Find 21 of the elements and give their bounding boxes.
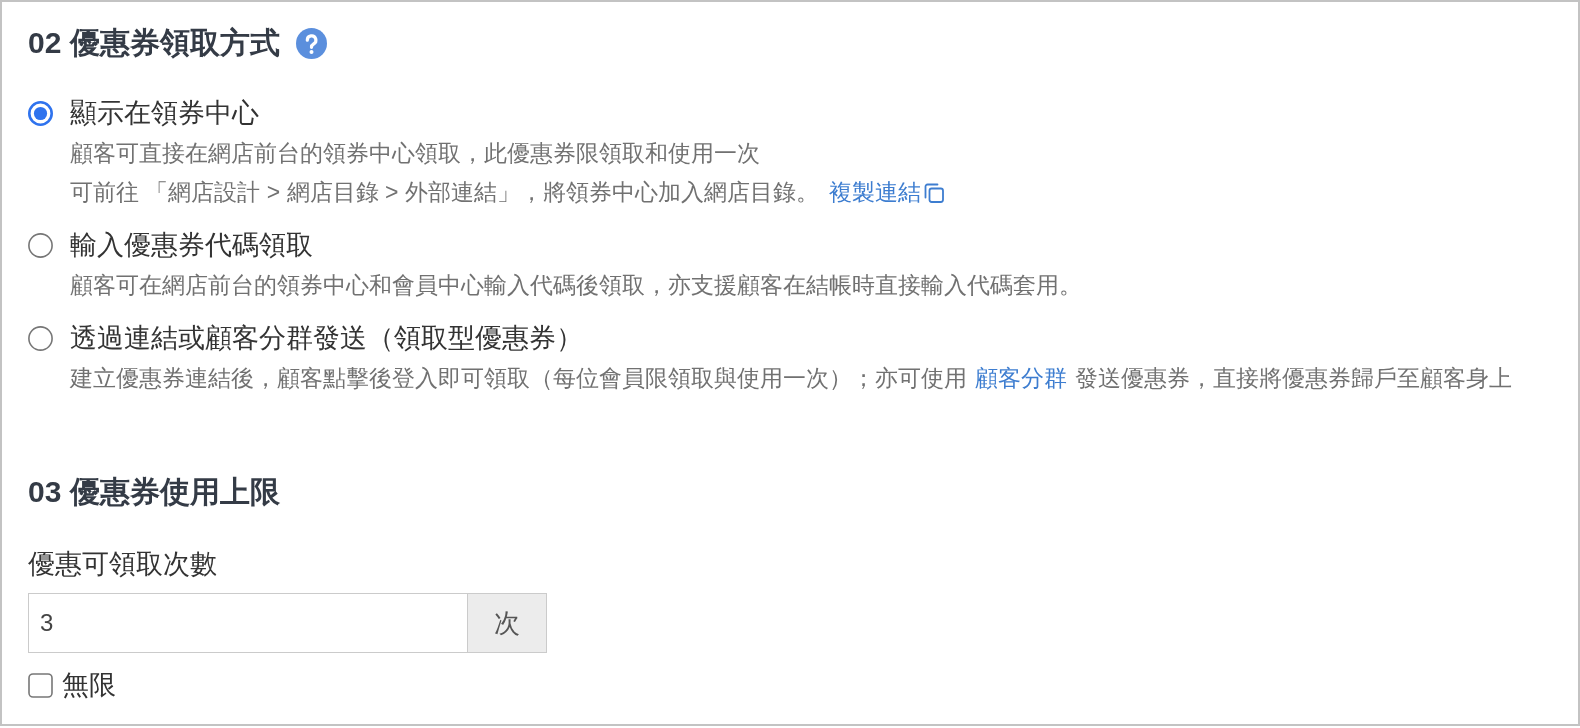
option-description: 建立優惠券連結後，顧客點擊後登入即可領取（每位會員限領取與使用一次）；亦可使用 顧客分群 發送優惠券，直接將優惠券歸戶至顧客身上: [70, 364, 1512, 393]
count-input[interactable]: 3: [28, 593, 468, 653]
checkbox[interactable]: [28, 672, 53, 698]
option-label[interactable]: 透過連結或顧客分群發送（領取型優惠券）: [70, 320, 583, 356]
text-link[interactable]: 顧客分群: [975, 365, 1067, 391]
section-heading: 02 優惠券領取方式: [28, 25, 280, 61]
checkbox-label[interactable]: 無限: [62, 667, 116, 703]
radio-button[interactable]: [28, 100, 53, 126]
option-description: 顧客可直接在網店前台的領券中心領取，此優惠券限領取和使用一次: [70, 139, 760, 168]
help-icon[interactable]: [295, 27, 327, 59]
radio-button[interactable]: [28, 232, 53, 258]
option-label[interactable]: 輸入優惠券代碼領取: [70, 227, 313, 263]
field-label: 優惠可領取次數: [28, 548, 217, 581]
radio-button[interactable]: [28, 325, 53, 351]
unit-addon: 次: [468, 593, 547, 653]
copy-icon: [922, 181, 945, 204]
section-heading: 03 優惠券使用上限: [28, 474, 280, 510]
option-label[interactable]: 顯示在領券中心: [70, 95, 259, 131]
option-description: 可前往 「網店設計 > 網店目錄 > 外部連結」，將領券中心加入網店目錄。 複製連結: [70, 173, 945, 212]
copy-link[interactable]: 複製連結: [828, 173, 945, 212]
option-description: 顧客可在網店前台的領券中心和會員中心輸入代碼後領取，亦支援顧客在結帳時直接輸入代碼套用。: [70, 271, 1082, 300]
